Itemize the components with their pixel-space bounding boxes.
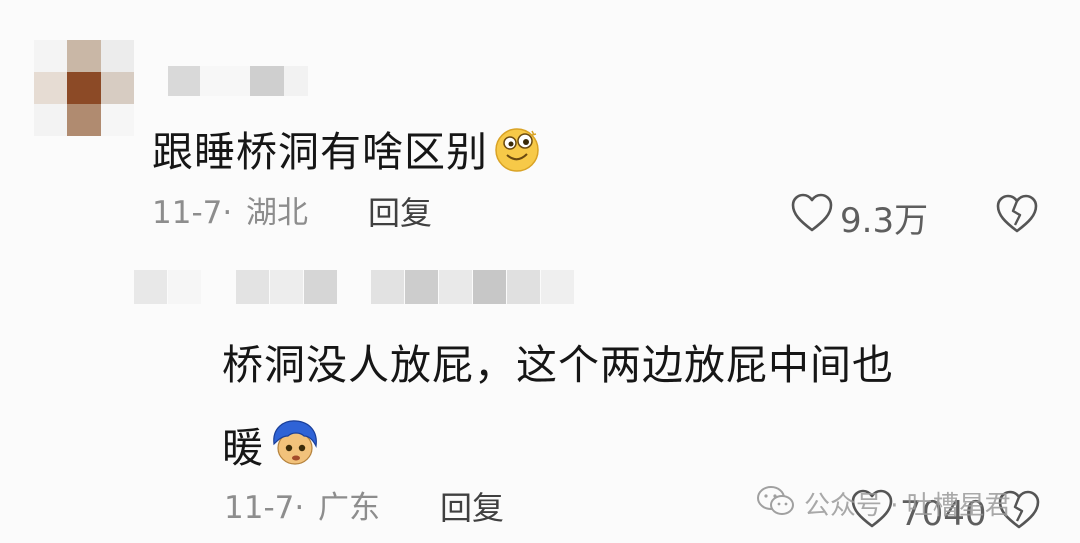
heart-outline-icon <box>790 192 834 243</box>
comment-location: 湖北 <box>246 195 308 231</box>
reply-button[interactable]: 回复 <box>440 492 504 524</box>
comment-text-line: 暖 <box>222 418 320 475</box>
comment-text: 跟睡桥洞有啥区别 <box>152 126 540 179</box>
avatar[interactable] <box>34 40 134 136</box>
watermark: 公众号 · 吐槽星君 <box>756 484 1011 522</box>
avatar-pixel <box>100 104 134 136</box>
watermark-text: 公众号 · 吐槽星君 <box>804 490 1011 521</box>
comment-location: 广东 <box>318 490 380 526</box>
comment-date: 11-7· <box>224 490 305 526</box>
comment-body: 暖 <box>222 424 264 472</box>
like-count: 9.3万 <box>840 201 929 241</box>
comment-text-line: 桥洞没人放屁，这个两边放屁中间也 <box>222 341 894 389</box>
avatar-pixel <box>34 40 68 72</box>
avatar-pixel <box>100 72 134 104</box>
avatar-pixel <box>100 40 134 72</box>
like-button[interactable]: 9.3万 <box>790 192 928 243</box>
avatar-pixel <box>34 104 68 136</box>
username-blurred[interactable] <box>168 66 308 96</box>
avatar-pixel <box>67 104 101 136</box>
comment-date: 11-7· <box>152 195 233 231</box>
dislike-button[interactable] <box>994 192 1040 240</box>
reply-button[interactable]: 回复 <box>368 197 432 229</box>
avatar-pixel <box>67 40 101 72</box>
smiling-face-emoji-icon <box>494 126 540 179</box>
comment-body: 跟睡桥洞有啥区别 <box>152 128 488 176</box>
avatar-pixel <box>34 72 68 104</box>
wechat-logo-icon <box>756 484 796 522</box>
broken-heart-icon <box>994 194 1040 240</box>
username-blurred[interactable] <box>134 270 574 304</box>
avatar-pixel <box>67 72 101 104</box>
blue-hair-face-emoji-icon <box>270 418 320 475</box>
